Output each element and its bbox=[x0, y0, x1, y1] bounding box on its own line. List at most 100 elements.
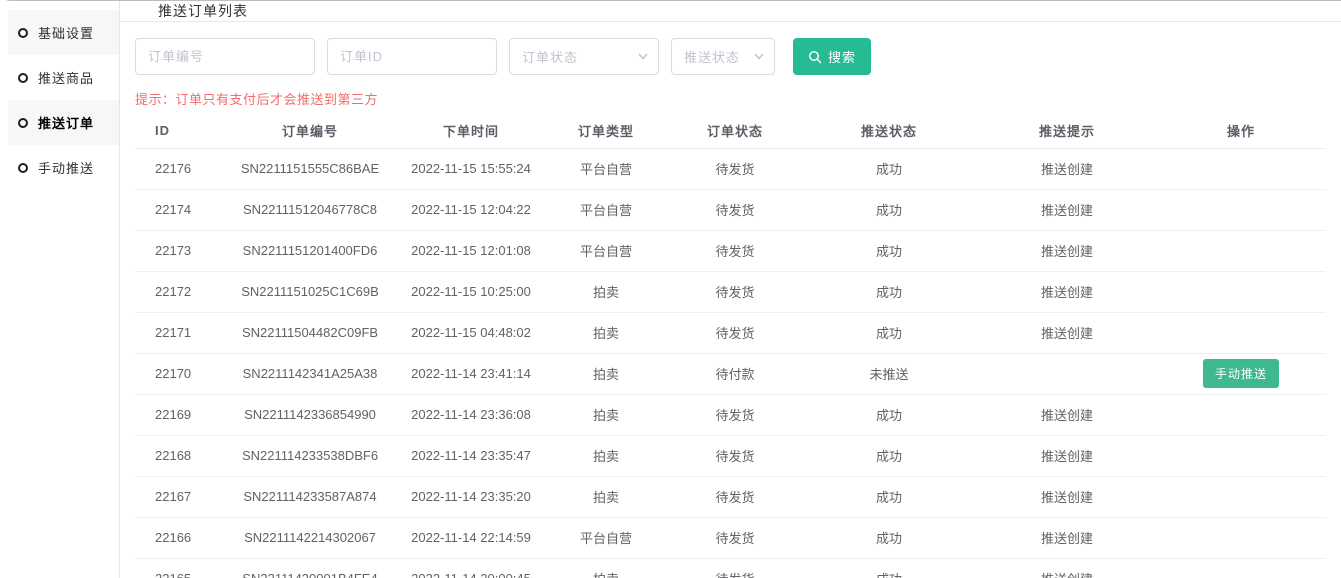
app-window: 基础设置 推送商品 推送订单 手动推送 推送订单列表 订单状态 bbox=[0, 0, 1341, 578]
push-status-select[interactable]: 推送状态 bbox=[671, 38, 775, 75]
cell-push-status: 成功 bbox=[800, 230, 978, 271]
manual-push-button[interactable]: 手动推送 bbox=[1203, 359, 1279, 388]
cell-type: 拍卖 bbox=[542, 353, 670, 394]
cell-id: 22170 bbox=[135, 353, 220, 394]
cell-type: 拍卖 bbox=[542, 394, 670, 435]
search-icon bbox=[808, 50, 822, 64]
table-header-row: ID 订单编号 下单时间 订单类型 订单状态 推送状态 推送提示 操作 bbox=[135, 114, 1326, 148]
col-header-actions: 操作 bbox=[1156, 114, 1326, 148]
cell-status: 待发货 bbox=[670, 558, 800, 578]
cell-id: 22174 bbox=[135, 189, 220, 230]
filter-toolbar: 订单状态 推送状态 搜索 bbox=[120, 22, 1341, 75]
cell-actions bbox=[1156, 148, 1326, 189]
cell-time: 2022-11-15 12:04:22 bbox=[400, 189, 542, 230]
cell-id: 22168 bbox=[135, 435, 220, 476]
col-header-status: 订单状态 bbox=[670, 114, 800, 148]
cell-actions bbox=[1156, 271, 1326, 312]
cell-status: 待发货 bbox=[670, 189, 800, 230]
circle-bullet-icon bbox=[18, 73, 28, 83]
cell-id: 22169 bbox=[135, 394, 220, 435]
order-id-input[interactable] bbox=[327, 38, 497, 75]
cell-actions bbox=[1156, 189, 1326, 230]
cell-actions bbox=[1156, 230, 1326, 271]
cell-type: 平台自营 bbox=[542, 148, 670, 189]
sidebar-item-3[interactable]: 手动推送 bbox=[8, 145, 119, 190]
cell-type: 平台自营 bbox=[542, 189, 670, 230]
cell-actions: 手动推送 bbox=[1156, 353, 1326, 394]
cell-status: 待发货 bbox=[670, 435, 800, 476]
cell-type: 拍卖 bbox=[542, 312, 670, 353]
cell-time: 2022-11-15 12:01:08 bbox=[400, 230, 542, 271]
table-row: 22168 SN221114233538DBF6 2022-11-14 23:3… bbox=[135, 435, 1326, 476]
search-button[interactable]: 搜索 bbox=[793, 38, 871, 75]
cell-order-no: SN2211142214302067 bbox=[220, 517, 400, 558]
order-table-wrap: ID 订单编号 下单时间 订单类型 订单状态 推送状态 推送提示 操作 2217… bbox=[135, 114, 1326, 578]
sidebar-item-2[interactable]: 推送订单 bbox=[8, 100, 119, 145]
cell-time: 2022-11-14 23:35:20 bbox=[400, 476, 542, 517]
order-status-select[interactable]: 订单状态 bbox=[509, 38, 659, 75]
cell-id: 22171 bbox=[135, 312, 220, 353]
col-header-id: ID bbox=[135, 114, 220, 148]
cell-order-no: SN2211151201400FD6 bbox=[220, 230, 400, 271]
cell-actions bbox=[1156, 517, 1326, 558]
cell-push-hint: 推送创建 bbox=[978, 558, 1156, 578]
cell-push-hint: 推送创建 bbox=[978, 476, 1156, 517]
sidebar-item-label: 推送商品 bbox=[38, 68, 94, 87]
search-button-label: 搜索 bbox=[828, 47, 856, 66]
sidebar-item-label: 手动推送 bbox=[38, 158, 94, 177]
cell-status: 待发货 bbox=[670, 148, 800, 189]
cell-push-status: 成功 bbox=[800, 517, 978, 558]
cell-actions bbox=[1156, 435, 1326, 476]
sidebar-item-0[interactable]: 基础设置 bbox=[8, 10, 119, 55]
cell-order-no: SN2211142341A25A38 bbox=[220, 353, 400, 394]
table-row: 22174 SN22111512046778C8 2022-11-15 12:0… bbox=[135, 189, 1326, 230]
table-row: 22170 SN2211142341A25A38 2022-11-14 23:4… bbox=[135, 353, 1326, 394]
table-row: 22169 SN2211142336854990 2022-11-14 23:3… bbox=[135, 394, 1326, 435]
cell-push-status: 成功 bbox=[800, 189, 978, 230]
sidebar: 基础设置 推送商品 推送订单 手动推送 bbox=[0, 1, 120, 578]
cell-time: 2022-11-15 15:55:24 bbox=[400, 148, 542, 189]
cell-actions bbox=[1156, 394, 1326, 435]
sidebar-item-1[interactable]: 推送商品 bbox=[8, 55, 119, 100]
cell-id: 22172 bbox=[135, 271, 220, 312]
page-titlebar: 推送订单列表 bbox=[120, 1, 1341, 22]
cell-status: 待发货 bbox=[670, 476, 800, 517]
cell-status: 待发货 bbox=[670, 271, 800, 312]
order-number-input[interactable] bbox=[135, 38, 315, 75]
cell-status: 待发货 bbox=[670, 312, 800, 353]
cell-type: 平台自营 bbox=[542, 230, 670, 271]
cell-push-status: 成功 bbox=[800, 435, 978, 476]
cell-push-hint: 推送创建 bbox=[978, 189, 1156, 230]
cell-id: 22176 bbox=[135, 148, 220, 189]
cell-time: 2022-11-14 23:35:47 bbox=[400, 435, 542, 476]
cell-id: 22167 bbox=[135, 476, 220, 517]
table-row: 22167 SN221114233587A874 2022-11-14 23:3… bbox=[135, 476, 1326, 517]
cell-push-status: 成功 bbox=[800, 476, 978, 517]
cell-id: 22173 bbox=[135, 230, 220, 271]
main-content: 推送订单列表 订单状态 推送状态 搜 bbox=[120, 1, 1341, 578]
cell-push-hint: 推送创建 bbox=[978, 230, 1156, 271]
col-header-order-no: 订单编号 bbox=[220, 114, 400, 148]
push-status-select-value: 推送状态 bbox=[684, 47, 740, 66]
cell-time: 2022-11-14 23:41:14 bbox=[400, 353, 542, 394]
sidebar-item-label: 推送订单 bbox=[38, 113, 94, 132]
cell-push-hint: 推送创建 bbox=[978, 394, 1156, 435]
order-status-select-value: 订单状态 bbox=[522, 47, 578, 66]
cell-push-status: 成功 bbox=[800, 394, 978, 435]
cell-id: 22166 bbox=[135, 517, 220, 558]
cell-type: 拍卖 bbox=[542, 558, 670, 578]
cell-order-no: SN221114233587A874 bbox=[220, 476, 400, 517]
cell-actions bbox=[1156, 312, 1326, 353]
table-row: 22176 SN2211151555C86BAE 2022-11-15 15:5… bbox=[135, 148, 1326, 189]
col-header-push-hint: 推送提示 bbox=[978, 114, 1156, 148]
col-header-type: 订单类型 bbox=[542, 114, 670, 148]
cell-type: 拍卖 bbox=[542, 271, 670, 312]
circle-bullet-icon bbox=[18, 163, 28, 173]
table-row: 22165 SN22111420001B4FE4 2022-11-14 20:0… bbox=[135, 558, 1326, 578]
cell-push-status: 未推送 bbox=[800, 353, 978, 394]
cell-push-hint: 推送创建 bbox=[978, 312, 1156, 353]
sidebar-item-label: 基础设置 bbox=[38, 23, 94, 42]
cell-time: 2022-11-14 23:36:08 bbox=[400, 394, 542, 435]
cell-push-hint: 推送创建 bbox=[978, 271, 1156, 312]
cell-time: 2022-11-14 20:00:45 bbox=[400, 558, 542, 578]
